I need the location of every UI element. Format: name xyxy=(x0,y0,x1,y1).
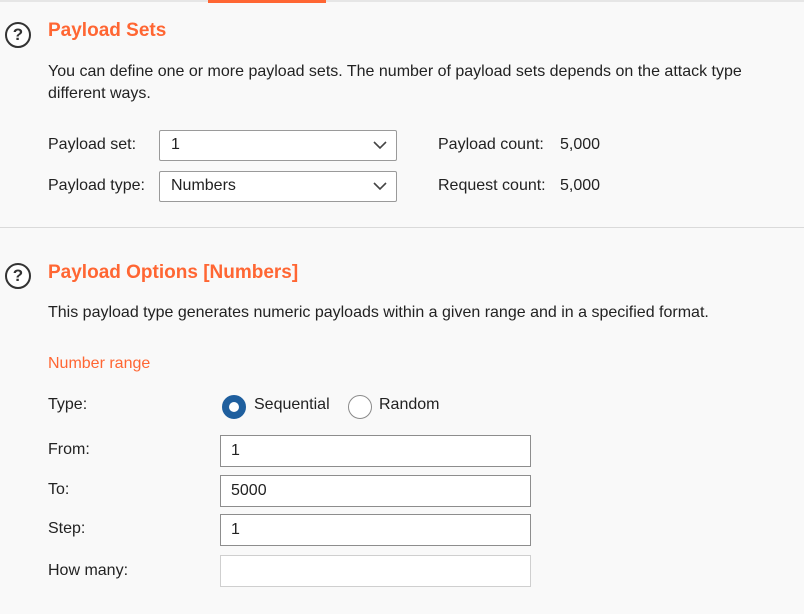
section-divider xyxy=(0,227,804,228)
number-range-heading: Number range xyxy=(48,355,151,372)
payload-options-description: This payload type generates numeric payl… xyxy=(48,304,709,321)
chevron-down-icon xyxy=(373,141,387,150)
help-circle-icon[interactable]: ? xyxy=(5,22,31,48)
payload-set-dropdown[interactable]: 1 xyxy=(159,130,397,161)
payload-sets-title: Payload Sets xyxy=(48,20,167,41)
from-field[interactable]: 1 xyxy=(220,435,531,467)
step-value: 1 xyxy=(231,521,240,538)
how-many-label: How many: xyxy=(48,562,129,579)
random-radio[interactable] xyxy=(348,395,372,419)
active-tab-indicator xyxy=(208,0,326,3)
payload-set-value: 1 xyxy=(171,136,180,153)
to-value: 5000 xyxy=(231,482,267,499)
step-field[interactable]: 1 xyxy=(220,514,531,546)
payload-type-value: Numbers xyxy=(171,177,236,194)
payload-sets-description-line1: You can define one or more payload sets.… xyxy=(48,63,742,80)
help-circle-icon[interactable]: ? xyxy=(5,263,31,289)
random-label[interactable]: Random xyxy=(379,396,439,414)
how-many-field xyxy=(220,555,531,587)
payload-type-dropdown[interactable]: Numbers xyxy=(159,171,397,202)
payload-set-label: Payload set: xyxy=(48,136,137,153)
payload-sets-description-line2: different ways. xyxy=(48,85,151,102)
from-value: 1 xyxy=(231,442,240,459)
request-count-value: 5,000 xyxy=(560,177,601,194)
request-count-label: Request count: xyxy=(438,177,546,194)
payload-options-title: Payload Options [Numbers] xyxy=(48,262,299,283)
payload-type-label: Payload type: xyxy=(48,177,145,194)
payload-sets-description: You can define one or more payload sets.… xyxy=(48,61,800,105)
sequential-label[interactable]: Sequential xyxy=(254,396,330,414)
payload-count-label: Payload count: xyxy=(438,136,544,153)
to-field[interactable]: 5000 xyxy=(220,475,531,507)
payload-count-value: 5,000 xyxy=(560,136,601,153)
top-border xyxy=(0,0,804,2)
to-label: To: xyxy=(48,481,70,498)
sequential-radio[interactable] xyxy=(222,395,246,419)
from-label: From: xyxy=(48,441,90,458)
step-label: Step: xyxy=(48,520,86,537)
type-label: Type: xyxy=(48,396,88,413)
chevron-down-icon xyxy=(373,182,387,191)
